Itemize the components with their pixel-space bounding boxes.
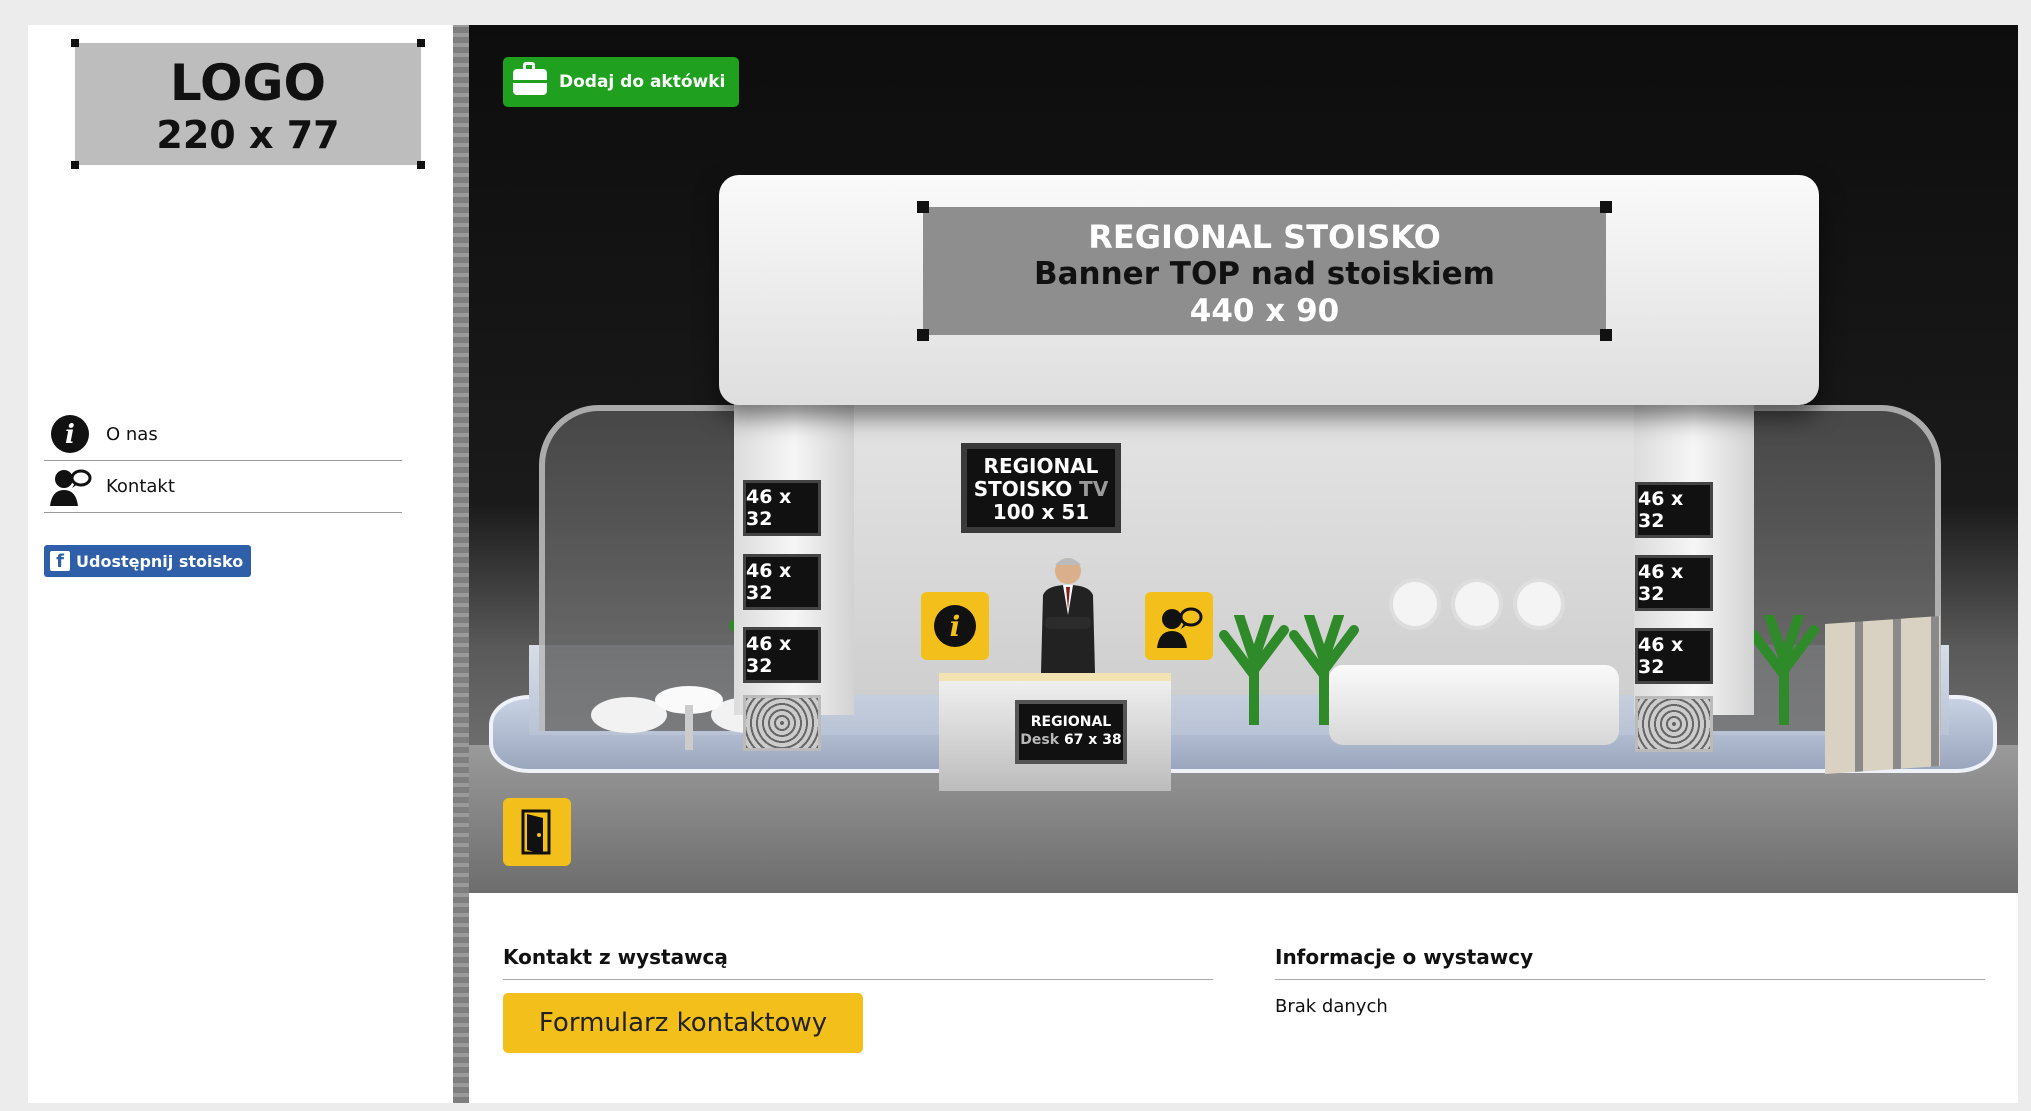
page-frame: LOGO 220 x 77 i O nas Kontakt f Udostępn… [28, 25, 2018, 1103]
contact-person-icon [1157, 607, 1203, 648]
plant [1289, 615, 1359, 725]
corner-handle [1600, 329, 1612, 341]
booth-scene: REGIONAL STOISKO Banner TOP nad stoiskie… [469, 25, 2018, 893]
side-panel-right-1[interactable]: 46 x 32 [1635, 482, 1713, 538]
panel-size: 46 x 32 [1638, 561, 1684, 605]
lounge-sofa [1329, 665, 1619, 745]
logo-size: 220 x 77 [156, 113, 340, 157]
facebook-icon: f [50, 551, 70, 571]
nav-item-o-nas[interactable]: i O nas [44, 408, 402, 461]
tv-size: 100 x 51 [992, 500, 1090, 524]
share-label: Udostępnij stoisko [76, 551, 244, 571]
top-banner-placeholder[interactable]: REGIONAL STOISKO Banner TOP nad stoiskie… [917, 201, 1612, 341]
plant [1749, 615, 1819, 725]
side-panel-left-1[interactable]: 46 x 32 [743, 480, 821, 536]
side-panel-left-2[interactable]: 46 x 32 [743, 554, 821, 610]
side-panel-right-3[interactable]: 46 x 32 [1635, 628, 1713, 684]
info-icon: i [44, 412, 96, 456]
side-panel-right-2[interactable]: 46 x 32 [1635, 555, 1713, 611]
briefcase-icon [513, 62, 547, 95]
desk-size: 67 x 38 [1063, 732, 1122, 748]
desk-line-1: REGIONAL [1030, 714, 1112, 730]
logo-placeholder: LOGO 220 x 77 [71, 39, 425, 169]
svg-text:i: i [65, 420, 75, 450]
panel-size: 46 x 32 [1638, 634, 1684, 678]
tv-line-1: REGIONAL [983, 454, 1099, 478]
contact-section-title: Kontakt z wystawcą [503, 945, 1213, 980]
corner-handle [1600, 201, 1612, 213]
tv-stoisko: STOISKO [973, 477, 1073, 501]
exhibitor-info-title: Informacje o wystawcy [1275, 945, 1985, 980]
decorative-stripe [453, 25, 469, 1103]
corner-handle [917, 329, 929, 341]
door-icon [521, 809, 551, 855]
booth-contact-button[interactable] [1145, 592, 1213, 660]
wall-clock [1389, 578, 1441, 630]
corner-handle [417, 39, 425, 47]
sidebar: LOGO 220 x 77 i O nas Kontakt f Udostępn… [28, 25, 453, 1103]
nav-label: Kontakt [106, 475, 175, 497]
desk-word: Desk [1020, 732, 1060, 748]
add-to-briefcase-label: Dodaj do aktówki [559, 72, 726, 92]
tv-word: TV [1079, 477, 1109, 501]
panel-size: 46 x 32 [746, 633, 792, 677]
tv-screen-placeholder[interactable]: REGIONAL STOISKO TV 100 x 51 [961, 443, 1121, 533]
corner-handle [71, 161, 79, 169]
logo-label: LOGO [169, 54, 327, 112]
wall-clock [1513, 578, 1565, 630]
nav-label: O nas [106, 423, 158, 445]
nav-item-kontakt[interactable]: Kontakt [44, 460, 402, 513]
banner-line-1: REGIONAL STOISKO [1088, 218, 1441, 256]
exit-door-button[interactable] [503, 798, 571, 866]
banner-line-2: Banner TOP nad stoiskiem [1034, 256, 1495, 292]
side-panel-left-3[interactable]: 46 x 32 [743, 627, 821, 683]
add-to-briefcase-button[interactable]: Dodaj do aktówki [503, 57, 740, 107]
booth-info-button[interactable]: i [921, 592, 989, 660]
speaker-grille [743, 695, 821, 751]
panel-size: 46 x 32 [746, 486, 792, 530]
info-icon: i [934, 605, 976, 647]
exhibitor-info-text: Brak danych [1275, 996, 1388, 1017]
corner-handle [917, 201, 929, 213]
panel-size: 46 x 32 [746, 560, 792, 604]
share-facebook-button[interactable]: f Udostępnij stoisko [44, 545, 252, 577]
banner-size: 440 x 90 [1189, 293, 1340, 329]
panel-size: 46 x 32 [1638, 488, 1684, 532]
contact-person-icon [44, 464, 96, 508]
desk-logo-placeholder[interactable]: REGIONAL Desk 67 x 38 [1015, 700, 1127, 764]
tv-line-2: STOISKO TV [967, 478, 1115, 501]
desk-line-2: Desk 67 x 38 [1019, 731, 1123, 749]
speaker-grille [1635, 696, 1713, 752]
wall-clock [1451, 578, 1503, 630]
brochure-stand [1825, 615, 1940, 775]
contact-form-button[interactable]: Formularz kontaktowy [503, 993, 863, 1053]
plant [1219, 615, 1289, 725]
svg-text:i: i [950, 610, 961, 643]
booth-host-avatar [1041, 558, 1095, 673]
corner-handle [71, 39, 79, 47]
corner-handle [417, 161, 425, 169]
